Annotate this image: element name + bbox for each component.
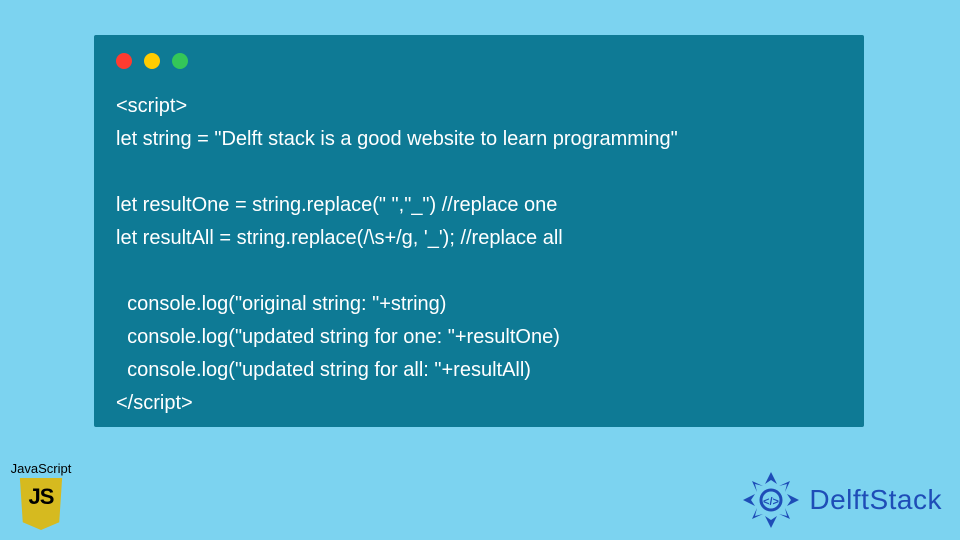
javascript-label: JavaScript	[6, 461, 76, 476]
delftstack-icon: </>	[741, 470, 801, 530]
code-line: let resultAll = string.replace(/\s+/g, '…	[116, 227, 563, 249]
code-line: </script>	[116, 392, 193, 414]
svg-text:</>: </>	[763, 496, 779, 508]
code-content: <script> let string = "Delft stack is a …	[116, 90, 842, 420]
minimize-icon	[144, 53, 160, 69]
javascript-shield-icon	[17, 478, 65, 530]
javascript-badge: JavaScript	[6, 461, 76, 530]
code-line: let resultOne = string.replace(" ","_") …	[116, 194, 557, 216]
delftstack-text: DelftStack	[809, 484, 942, 516]
code-line: let string = "Delft stack is a good webs…	[116, 128, 678, 150]
code-line: <script>	[116, 95, 187, 117]
code-window: <script> let string = "Delft stack is a …	[94, 35, 864, 427]
maximize-icon	[172, 53, 188, 69]
close-icon	[116, 53, 132, 69]
window-controls	[116, 53, 188, 69]
delftstack-logo: </> DelftStack	[741, 470, 942, 530]
code-line: console.log("updated string for one: "+r…	[116, 326, 560, 348]
code-line: console.log("original string: "+string)	[116, 293, 446, 315]
code-line: console.log("updated string for all: "+r…	[116, 359, 531, 381]
